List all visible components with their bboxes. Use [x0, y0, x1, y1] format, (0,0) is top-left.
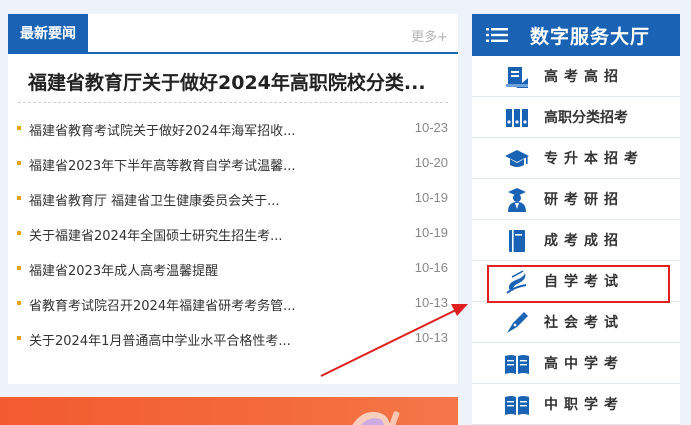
- more-link[interactable]: 更多+: [411, 26, 448, 45]
- graduation-cap-icon: [505, 150, 529, 167]
- list-item[interactable]: 省教育考试院召开2024年福建省研考考务管... 10-13: [8, 291, 458, 326]
- list-item[interactable]: 福建省2023年成人高考温馨提醒 10-16: [8, 256, 458, 291]
- news-title[interactable]: 福建省教育厅 福建省卫生健康委员会关于...: [29, 190, 349, 209]
- bullet-icon: [17, 196, 21, 200]
- service-item-vocational[interactable]: 高职分类招考: [472, 97, 680, 138]
- news-date: 10-13: [414, 330, 448, 345]
- news-title[interactable]: 福建省2023年成人高考温馨提醒: [29, 260, 349, 279]
- fountain-pen-icon: [507, 312, 528, 333]
- hall-title: 数字服务大厅: [530, 26, 651, 48]
- news-date: 10-19: [414, 225, 448, 240]
- news-date: 10-20: [414, 155, 448, 170]
- bullet-icon: [17, 161, 21, 165]
- list-item[interactable]: 福建省教育厅 福建省卫生健康委员会关于... 10-19: [8, 186, 458, 221]
- digital-service-hall: 数字服务大厅 高考高招 高职分类招考 专升本招考 研考研招 成考成招 自学考试 …: [472, 14, 680, 425]
- service-item-postgrad[interactable]: 研考研招: [472, 179, 680, 220]
- service-item-adult[interactable]: 成考成招: [472, 220, 680, 261]
- bullet-icon: [17, 301, 21, 305]
- service-label: 社会考试: [544, 315, 624, 331]
- bullet-icon: [17, 126, 21, 130]
- news-list: 福建省教育考试院关于做好2024年海军招收... 10-23 福建省2023年下…: [8, 116, 458, 361]
- graduate-student-icon: [508, 188, 526, 212]
- news-header: 最新要闻 更多+: [8, 14, 458, 54]
- decoration-icon: [352, 411, 400, 425]
- list-item[interactable]: 关于福建省2024年全国硕士研究生招生考... 10-19: [8, 221, 458, 256]
- divider: [18, 102, 448, 103]
- list-item[interactable]: 福建省2023年下半年高等教育自学考试温馨... 10-20: [8, 151, 458, 186]
- news-panel: 最新要闻 更多+ 福建省教育厅关于做好2024年高职院校分类... 福建省教育考…: [8, 14, 458, 384]
- service-item-upgrade[interactable]: 专升本招考: [472, 138, 680, 179]
- news-date: 10-13: [414, 295, 448, 310]
- promo-banner[interactable]: [0, 397, 458, 425]
- bullet-icon: [17, 266, 21, 270]
- news-date: 10-19: [414, 190, 448, 205]
- service-item-secondary-vocational[interactable]: 中职学考: [472, 384, 680, 425]
- service-item-gaokao[interactable]: 高考高招: [472, 56, 680, 97]
- news-title[interactable]: 关于福建省2024年全国硕士研究生招生考...: [29, 225, 349, 244]
- open-book-icon: [505, 396, 529, 415]
- bullet-icon: [17, 231, 21, 235]
- list-item[interactable]: 福建省教育考试院关于做好2024年海军招收... 10-23: [8, 116, 458, 151]
- book-icon: [509, 230, 525, 252]
- service-label: 高职分类招考: [544, 110, 628, 126]
- exam-paper-icon: [506, 67, 528, 88]
- service-label: 高中学考: [544, 356, 624, 372]
- bullet-icon: [17, 336, 21, 340]
- list-item[interactable]: 关于2024年1月普通高中学业水平合格性考... 10-13: [8, 326, 458, 361]
- news-date: 10-23: [414, 120, 448, 135]
- open-book-icon: [505, 355, 529, 374]
- news-date: 10-16: [414, 260, 448, 275]
- service-item-social[interactable]: 社会考试: [472, 302, 680, 343]
- news-title[interactable]: 关于2024年1月普通高中学业水平合格性考...: [29, 330, 349, 349]
- hall-header: 数字服务大厅: [472, 14, 680, 56]
- news-title[interactable]: 福建省教育考试院关于做好2024年海军招收...: [29, 120, 349, 139]
- binders-icon: [506, 109, 528, 127]
- service-label: 成考成招: [544, 233, 624, 249]
- service-list: 高考高招 高职分类招考 专升本招考 研考研招 成考成招 自学考试 社会考试 高中…: [472, 56, 680, 425]
- service-label: 专升本招考: [544, 151, 644, 167]
- tab-latest-news[interactable]: 最新要闻: [8, 14, 88, 54]
- service-item-highschool[interactable]: 高中学考: [472, 343, 680, 384]
- news-title[interactable]: 福建省2023年下半年高等教育自学考试温馨...: [29, 155, 349, 174]
- service-label: 研考研招: [544, 192, 624, 208]
- news-title[interactable]: 省教育考试院召开2024年福建省研考考务管...: [29, 295, 349, 314]
- menu-list-icon: [486, 28, 508, 42]
- highlight-box: [487, 265, 670, 303]
- service-label: 高考高招: [544, 69, 624, 85]
- service-label: 中职学考: [544, 397, 624, 413]
- headline-link[interactable]: 福建省教育厅关于做好2024年高职院校分类...: [28, 68, 448, 95]
